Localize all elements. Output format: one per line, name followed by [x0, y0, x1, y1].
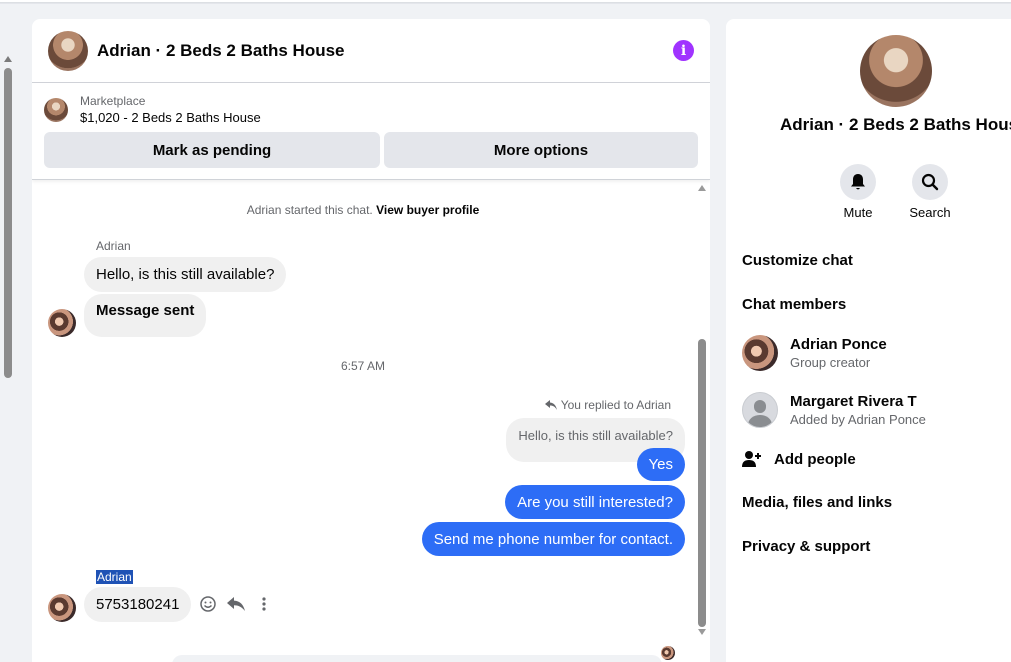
member-row[interactable]: Adrian Ponce Group creator [742, 335, 887, 371]
scroll-up-arrow-icon[interactable] [698, 185, 706, 191]
chat-start-notice: Adrian started this chat. View buyer pro… [32, 203, 694, 217]
reply-arrow-icon [544, 400, 557, 410]
top-bar [0, 0, 1011, 4]
chat-title[interactable]: Adrian · 2 Beds 2 Baths House [97, 41, 673, 61]
mute-label: Mute [843, 205, 873, 220]
outgoing-message[interactable]: Yes [636, 448, 685, 481]
chat-start-text: Adrian started this chat. [246, 203, 373, 217]
message-list: Adrian started this chat. View buyer pro… [32, 181, 710, 662]
search-label: Search [909, 205, 951, 220]
search-icon [921, 173, 939, 191]
page-scroll-thumb[interactable] [4, 68, 12, 378]
listing-label: Marketplace [80, 94, 146, 108]
message-timestamp: 6:57 AM [340, 359, 386, 373]
search-button[interactable] [912, 164, 948, 200]
mark-as-pending-button[interactable]: Mark as pending [44, 132, 380, 168]
member-name[interactable]: Adrian Ponce [790, 335, 887, 354]
chat-avatar[interactable] [48, 30, 88, 71]
scroll-up-arrow-icon[interactable] [4, 56, 12, 62]
incoming-message[interactable]: Hello, is this still available? [84, 257, 287, 292]
member-role: Added by Adrian Ponce [790, 412, 926, 427]
member-name[interactable]: Margaret Rivera T [790, 392, 926, 411]
more-actions-icon[interactable] [254, 594, 274, 614]
sender-name: Adrian [96, 570, 133, 584]
add-person-icon [742, 451, 761, 467]
chat-details-panel: Adrian · 2 Beds 2 Baths House Mute Searc… [726, 19, 1011, 662]
listing-price-title[interactable]: $1,020 - 2 Beds 2 Baths House [80, 109, 261, 127]
reply-indicator-text: You replied to Adrian [560, 398, 671, 412]
media-files-links-item[interactable]: Media, files and links [742, 494, 892, 511]
bell-icon [851, 174, 865, 190]
member-row[interactable]: Margaret Rivera T Added by Adrian Ponce [742, 392, 926, 428]
info-icon[interactable]: i [673, 40, 694, 61]
listing-thumbnail[interactable] [44, 98, 68, 122]
sender-avatar[interactable] [48, 309, 76, 337]
outgoing-message[interactable]: Are you still interested? [505, 485, 685, 519]
reply-icon[interactable] [226, 594, 246, 614]
mute-button[interactable] [840, 164, 876, 200]
chat-scroll-thumb[interactable] [698, 339, 706, 627]
reply-indicator: You replied to Adrian [544, 398, 671, 412]
view-buyer-profile-link[interactable]: View buyer profile [376, 203, 479, 217]
incoming-message[interactable]: Message sent [84, 294, 207, 337]
more-options-button[interactable]: More options [384, 132, 698, 168]
sender-avatar[interactable] [48, 594, 76, 622]
outgoing-message[interactable]: Send me phone number for contact. [421, 522, 685, 556]
incoming-message[interactable]: 5753180241 [84, 587, 192, 622]
member-role: Group creator [790, 355, 871, 370]
privacy-support-item[interactable]: Privacy & support [742, 538, 870, 555]
marketplace-listing: Marketplace $1,020 - 2 Beds 2 Baths Hous… [32, 83, 710, 180]
customize-chat-item[interactable]: Customize chat [742, 252, 853, 269]
selected-sender-name: Adrian [96, 570, 133, 584]
details-avatar[interactable] [860, 35, 932, 107]
scroll-down-arrow-icon[interactable] [698, 629, 706, 635]
member-avatar[interactable] [742, 335, 778, 371]
details-title: Adrian · 2 Beds 2 Baths House [780, 115, 1011, 134]
page-scrollbar[interactable] [0, 52, 16, 662]
react-emoji-icon[interactable] [198, 594, 218, 614]
add-people-label[interactable]: Add people [774, 451, 856, 468]
member-avatar[interactable] [742, 392, 778, 428]
chat-scrollbar[interactable] [695, 181, 709, 641]
sender-name: Adrian [96, 239, 131, 253]
chat-header: Adrian · 2 Beds 2 Baths House i [32, 19, 710, 83]
chat-panel: Adrian · 2 Beds 2 Baths House i Marketpl… [32, 19, 710, 662]
message-composer[interactable] [172, 655, 662, 662]
chat-members-item[interactable]: Chat members [742, 296, 846, 313]
add-people-item[interactable]: Add people [742, 450, 856, 468]
read-receipt-avatar [661, 646, 675, 660]
